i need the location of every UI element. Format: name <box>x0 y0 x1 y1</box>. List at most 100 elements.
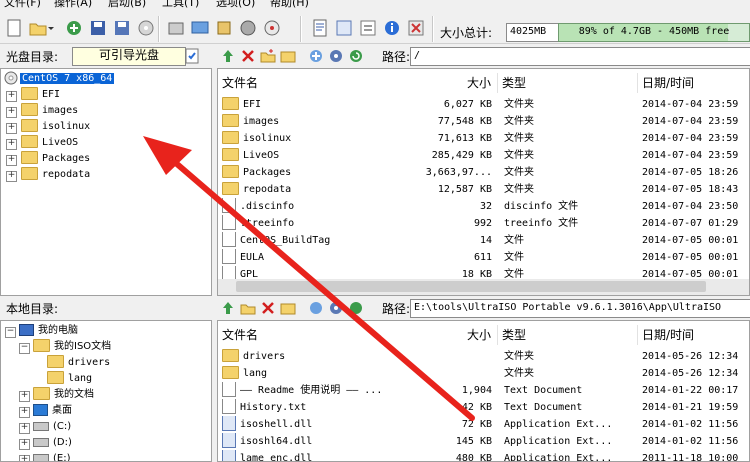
menu-boot[interactable]: 启动(B) <box>108 0 146 8</box>
format-icon[interactable] <box>358 18 378 38</box>
local-col-size[interactable]: 大小 <box>418 325 498 345</box>
bootable-field[interactable]: 可引导光盘 <box>72 47 186 66</box>
file-row[interactable]: isoshell.dll 72 KB Application Ext... 2014-… <box>218 416 749 433</box>
file-row[interactable]: History.txt 42 KB Text Document 2014-01-21 … <box>218 399 749 416</box>
hscroll-thumb[interactable] <box>236 281 706 292</box>
local-tree-item[interactable]: 我的电脑 <box>19 323 78 339</box>
local-tree-item[interactable]: 我的文档 <box>33 386 94 403</box>
expand-toggle[interactable]: + <box>6 123 17 134</box>
file-row[interactable]: —— Readme 使用说明 —— ... 1,904 Text Document 2… <box>218 382 749 399</box>
local-tree-item[interactable]: (D:) <box>33 435 72 451</box>
expand-toggle[interactable]: + <box>6 107 17 118</box>
file-row[interactable]: CentOS_BuildTag 14 文件 2014-07-05 00:01 <box>218 232 749 249</box>
local-tree-item[interactable]: drivers <box>47 354 110 371</box>
file-row[interactable]: lang 文件夹 2014-05-26 12:34 <box>218 365 749 382</box>
menu-actions[interactable]: 操作(A) <box>54 0 92 8</box>
image-list-hscrollbar[interactable] <box>218 279 749 295</box>
local-tree-item[interactable]: 桌面 <box>33 403 72 419</box>
edit-icon[interactable] <box>334 18 354 38</box>
rename-icon[interactable] <box>280 48 296 64</box>
col-size[interactable]: 大小 <box>418 73 498 93</box>
expand-toggle[interactable]: + <box>19 407 30 418</box>
image-tree-item[interactable]: LiveOS <box>21 134 78 151</box>
cd-icon[interactable] <box>262 18 282 38</box>
file-row[interactable]: Packages 3,663,97... 文件夹 2014-07-05 18:26 <box>218 164 749 181</box>
expand-toggle[interactable]: + <box>19 423 30 434</box>
info-icon[interactable] <box>382 18 402 38</box>
new-folder-icon[interactable] <box>260 48 276 64</box>
compress-icon[interactable] <box>214 18 234 38</box>
capacity-meter[interactable]: 89% of 4.7GB - 450MB free <box>558 23 750 42</box>
mount-icon[interactable] <box>238 18 258 38</box>
col-date[interactable]: 日期/时间 <box>638 73 749 93</box>
refresh-icon[interactable] <box>348 48 364 64</box>
file-row[interactable]: images 77,548 KB 文件夹 2014-07-04 23:59 <box>218 113 749 130</box>
folder-icon <box>222 130 239 144</box>
file-row[interactable]: EFI 6,027 KB 文件夹 2014-07-04 23:59 <box>218 96 749 113</box>
local-col-type[interactable]: 类型 <box>498 325 638 345</box>
file-row[interactable]: repodata 12,587 KB 文件夹 2014-07-05 18:43 <box>218 181 749 198</box>
file-row[interactable]: isolinux 71,613 KB 文件夹 2014-07-04 23:59 <box>218 130 749 147</box>
new-icon[interactable] <box>4 18 24 38</box>
expand-toggle[interactable]: + <box>6 139 17 150</box>
expand-toggle[interactable]: + <box>6 171 17 182</box>
local-delete-icon[interactable] <box>260 300 276 316</box>
expand-toggle[interactable]: + <box>19 391 30 402</box>
image-tree-item[interactable]: repodata <box>21 166 90 183</box>
local-rename-icon[interactable] <box>280 300 296 316</box>
menu-file[interactable]: 文件(F) <box>4 0 41 8</box>
image-tree-item[interactable]: EFI <box>21 86 60 103</box>
menu-help[interactable]: 帮助(H) <box>270 0 309 8</box>
col-type[interactable]: 类型 <box>498 73 638 93</box>
save-icon[interactable] <box>88 18 108 38</box>
cd-icon <box>4 71 18 85</box>
save-as-icon[interactable] <box>112 18 132 38</box>
local-gear-icon[interactable] <box>328 300 344 316</box>
local-refresh-icon[interactable] <box>348 300 364 316</box>
image-path-field[interactable]: / <box>410 47 750 66</box>
up-folder-icon[interactable] <box>220 48 236 64</box>
menu-options[interactable]: 选项(O) <box>216 0 255 8</box>
expand-toggle[interactable]: − <box>5 327 16 338</box>
boot-settings-icon[interactable] <box>184 48 200 64</box>
settings-gear-icon[interactable] <box>328 48 344 64</box>
local-tree-item[interactable]: 我的ISO文档 <box>33 338 111 355</box>
file-row[interactable]: LiveOS 285,429 KB 文件夹 2014-07-04 23:59 <box>218 147 749 164</box>
exit-icon[interactable] <box>406 18 426 38</box>
expand-toggle[interactable]: + <box>19 439 30 450</box>
expand-toggle[interactable]: + <box>6 91 17 102</box>
image-tree-item[interactable]: isolinux <box>21 118 90 135</box>
expand-toggle[interactable]: + <box>19 455 30 461</box>
file-row[interactable]: .discinfo 32 discinfo 文件 2014-07-04 23:50 <box>218 198 749 215</box>
file-row[interactable]: .treeinfo 992 treeinfo 文件 2014-07-07 01:29 <box>218 215 749 232</box>
virtual-drive-icon[interactable] <box>190 18 210 38</box>
expand-toggle[interactable]: + <box>6 155 17 166</box>
add-files-icon[interactable] <box>308 48 324 64</box>
expand-toggle[interactable]: − <box>19 343 30 354</box>
menu-tools[interactable]: 工具(T) <box>162 0 199 8</box>
file-row[interactable]: lame_enc.dll 480 KB Application Ext... 2011… <box>218 450 749 461</box>
local-tree-item[interactable]: (E:) <box>33 451 71 461</box>
properties-icon[interactable] <box>310 18 330 38</box>
file-row[interactable]: isoshl64.dll 145 KB Application Ext... 2014… <box>218 433 749 450</box>
burn-icon[interactable] <box>136 18 156 38</box>
extract-to-icon[interactable] <box>166 18 186 38</box>
open-icon[interactable] <box>28 18 48 38</box>
local-add-icon[interactable] <box>308 300 324 316</box>
delete-icon[interactable] <box>240 48 256 64</box>
open-dropdown-icon[interactable] <box>46 18 56 38</box>
image-tree-item[interactable]: Packages <box>21 150 90 167</box>
image-tree-item[interactable]: images <box>21 102 78 119</box>
local-tree-item[interactable]: lang <box>47 370 92 387</box>
image-root-node[interactable]: CentOS 7 x86_64 <box>4 71 115 87</box>
extract-icon[interactable] <box>64 18 84 38</box>
file-row[interactable]: EULA 611 文件 2014-07-05 00:01 <box>218 249 749 266</box>
local-col-date[interactable]: 日期/时间 <box>638 325 749 345</box>
file-row[interactable]: drivers 文件夹 2014-05-26 12:34 <box>218 348 749 365</box>
local-up-folder-icon[interactable] <box>220 300 236 316</box>
local-tree-item[interactable]: (C:) <box>33 419 71 435</box>
folder-icon <box>21 150 38 164</box>
local-path-field[interactable]: E:\tools\UltraISO Portable v9.6.1.3016\A… <box>410 299 750 318</box>
file-icon <box>222 382 236 397</box>
local-new-folder-icon[interactable] <box>240 300 256 316</box>
